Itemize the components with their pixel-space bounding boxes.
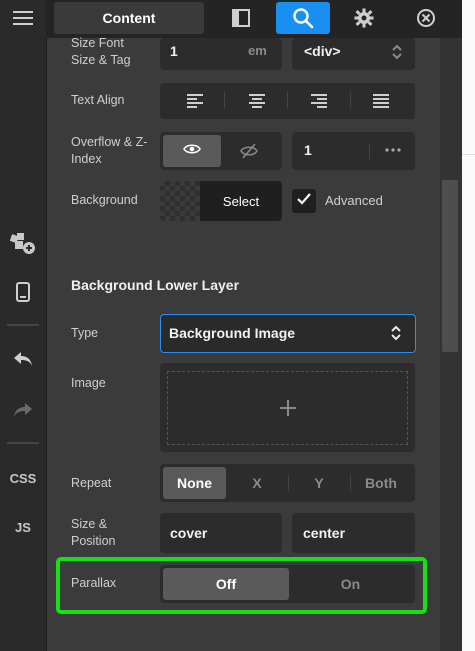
type-value: Background Image (169, 325, 296, 341)
repeat-option-none[interactable]: None (163, 467, 226, 499)
size-position-label: Size & Position (71, 517, 116, 548)
overflow-toggle (160, 132, 282, 170)
tag-select[interactable]: <div> (292, 38, 415, 70)
canvas-preview-edge (462, 0, 475, 651)
more-options-icon[interactable] (385, 142, 401, 163)
parallax-highlight-outline (56, 557, 427, 614)
zindex-value: 1 (304, 142, 312, 158)
gear-icon[interactable] (341, 2, 387, 34)
rail-divider (7, 442, 39, 444)
bg-position-input[interactable]: center (292, 513, 415, 553)
tab-content[interactable]: Content (54, 2, 204, 34)
updown-chevron-icon (391, 44, 403, 65)
eye-icon (183, 142, 201, 160)
text-align-label: Text Align (71, 93, 125, 107)
mobile-preview-icon[interactable] (0, 274, 46, 310)
search-icon[interactable] (276, 2, 330, 34)
repeat-option-y[interactable]: Y (288, 467, 350, 499)
align-right-icon[interactable] (311, 94, 327, 113)
background-label: Background (71, 193, 138, 207)
size-tag-label-text: Size Font Size & Tag (71, 36, 131, 67)
updown-chevron-icon (390, 324, 402, 347)
add-element-icon[interactable] (0, 224, 46, 260)
repeat-option-both[interactable]: Both (350, 467, 412, 499)
repeat-label: Repeat (71, 476, 112, 490)
size-input[interactable]: 1 em (160, 38, 282, 70)
section-title: Background Lower Layer (71, 277, 240, 293)
overflow-hidden-button[interactable] (240, 143, 258, 164)
segment-divider (287, 92, 288, 108)
bg-size-input[interactable]: cover (160, 513, 282, 553)
overflow-zindex-label: Overflow & Z-Index (71, 135, 148, 166)
repeat-option-x[interactable]: X (226, 467, 288, 499)
size-unit[interactable]: em (248, 43, 267, 58)
redo-icon[interactable] (0, 392, 46, 428)
css-button[interactable]: CSS (0, 460, 46, 496)
align-left-icon[interactable] (187, 94, 203, 113)
advanced-checkbox[interactable] (292, 189, 316, 213)
plus-icon (280, 400, 296, 421)
bg-position-value: center (303, 525, 346, 541)
left-rail: CSS JS (0, 0, 47, 651)
close-icon[interactable] (403, 2, 449, 34)
canvas-divider (462, 154, 475, 155)
layout-panel-icon[interactable] (218, 2, 264, 34)
align-center-icon[interactable] (249, 94, 265, 113)
checkmark-icon (297, 192, 311, 210)
hamburger-menu-icon[interactable] (0, 0, 46, 36)
background-picker[interactable]: Select (160, 181, 282, 221)
segment-divider (224, 92, 225, 108)
type-label: Type (71, 326, 99, 340)
image-dropzone[interactable] (160, 363, 415, 452)
text-align-group (160, 83, 415, 119)
repeat-group: None X Y Both (160, 464, 415, 502)
rail-divider (7, 324, 39, 326)
segment-divider (369, 143, 370, 159)
size-value: 1 (170, 43, 178, 59)
align-justify-icon[interactable] (373, 94, 389, 113)
image-label: Image (71, 376, 106, 390)
background-select-button[interactable]: Select (200, 181, 282, 221)
transparency-swatch (160, 181, 200, 221)
zindex-input[interactable]: 1 (292, 132, 415, 170)
type-select[interactable]: Background Image (160, 314, 416, 353)
scrollbar-thumb[interactable] (442, 180, 458, 352)
size-tag-label: Size Font Size & Tag (71, 35, 151, 69)
advanced-label: Advanced (325, 193, 383, 208)
segment-divider (350, 92, 351, 108)
undo-icon[interactable] (0, 341, 46, 377)
tag-value: <div> (304, 43, 341, 59)
top-toolbar: Content (46, 0, 462, 38)
overflow-visible-button[interactable] (163, 135, 221, 167)
js-button[interactable]: JS (0, 509, 46, 545)
bg-size-value: cover (170, 525, 208, 541)
